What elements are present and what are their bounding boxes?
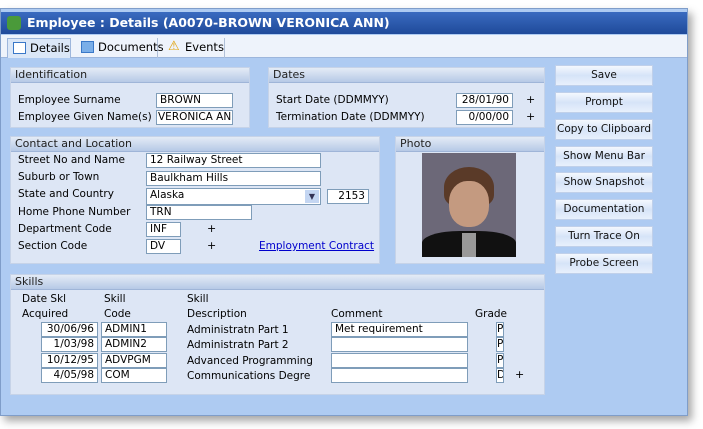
suburb-label: Suburb or Town [18,171,100,183]
documentation-button[interactable]: Documentation [555,199,653,220]
start-date-plus-button[interactable]: + [526,93,535,106]
skill-description: Advanced Programming [187,355,313,367]
date-acquired-input[interactable]: 10/12/95 [41,353,98,368]
add-skill-plus-button[interactable]: + [515,368,524,381]
copy-to-clipboard-button[interactable]: Copy to Clipboard [555,119,653,140]
skill-code-input[interactable]: COM [101,368,167,383]
tab-label: Details [30,41,70,55]
section-label: Section Code [18,240,88,252]
grade-input[interactable]: P [496,353,504,368]
panel-heading: Photo [396,137,544,152]
employee-photo [422,153,516,257]
comment-input[interactable] [331,337,468,352]
department-label: Department Code [18,223,112,235]
state-label: State and Country [18,188,114,200]
employment-contract-link[interactable]: Employment Contract [259,240,374,252]
column-header: Comment [331,308,383,320]
phone-label: Home Phone Number [18,206,131,218]
column-header: Grade [475,308,508,320]
details-icon [13,42,26,54]
department-input[interactable]: INF [146,222,181,237]
postcode-input[interactable]: 2153 [327,189,369,204]
given-name-input[interactable]: VERONICA AN [156,110,233,125]
department-plus-button[interactable]: + [207,222,216,235]
app-icon [7,16,21,30]
tab-label: Documents [98,40,164,54]
surname-label: Employee Surname [18,94,121,106]
comment-input[interactable]: Met requirement [331,322,468,337]
skill-code-input[interactable]: ADVPGM [101,353,167,368]
date-acquired-input[interactable]: 1/03/98 [41,337,98,352]
tab-bar: Details Documents ⚠ Events [1,35,687,58]
grade-input[interactable]: P [496,322,504,337]
column-header: Date Skl [22,293,67,305]
show-snapshot-button[interactable]: Show Snapshot [555,172,653,193]
grade-input[interactable]: P [496,337,504,352]
phone-input[interactable]: TRN [146,205,252,220]
column-header: Description [187,308,247,320]
warning-icon: ⚠ [168,39,180,54]
turn-trace-on-button[interactable]: Turn Trace On [555,226,653,247]
probe-screen-button[interactable]: Probe Screen [555,253,653,274]
street-label: Street No and Name [18,154,125,166]
tab-events[interactable]: ⚠ Events [163,38,225,58]
panel-heading: Dates [269,68,544,83]
termination-date-input[interactable]: 0/00/00 [456,110,513,125]
panel-heading: Contact and Location [11,137,379,152]
panel-heading: Skills [11,275,544,290]
title-bar: Employee : Details (A0070-BROWN VERONICA… [1,12,687,34]
comment-input[interactable] [331,353,468,368]
street-input[interactable]: 12 Railway Street [146,153,321,168]
state-select[interactable]: Alaska ▼ [146,188,321,205]
skill-code-input[interactable]: ADMIN1 [101,322,167,337]
given-name-label: Employee Given Name(s) [18,111,152,123]
prompt-button[interactable]: Prompt [555,92,653,113]
skill-description: Administratn Part 2 [187,339,289,351]
tab-label: Events [185,40,224,54]
termination-date-label: Termination Date (DDMMYY) [276,111,425,123]
start-date-label: Start Date (DDMMYY) [276,94,389,106]
column-header: Skill [104,293,126,305]
tab-documents[interactable]: Documents [76,38,164,58]
skill-code-input[interactable]: ADMIN2 [101,337,167,352]
start-date-input[interactable]: 28/01/90 [456,93,513,108]
suburb-input[interactable]: Baulkham Hills [146,171,321,186]
column-header: Skill [187,293,209,305]
column-header: Code [104,308,131,320]
surname-input[interactable]: BROWN [156,93,233,108]
save-button[interactable]: Save [555,65,653,86]
show-menu-bar-button[interactable]: Show Menu Bar [555,146,653,167]
date-acquired-input[interactable]: 30/06/96 [41,322,98,337]
chevron-down-icon[interactable]: ▼ [305,190,319,203]
skill-description: Communications Degre [187,370,311,382]
column-header: Acquired [22,308,69,320]
panel-heading: Identification [11,68,249,83]
grade-input[interactable]: D [496,368,504,383]
window-title: Employee : Details (A0070-BROWN VERONICA… [27,15,390,30]
skill-description: Administratn Part 1 [187,324,289,336]
section-plus-button[interactable]: + [207,239,216,252]
state-value: Alaska [150,189,185,201]
termination-date-plus-button[interactable]: + [526,110,535,123]
section-input[interactable]: DV [146,239,181,254]
document-icon [81,41,94,53]
date-acquired-input[interactable]: 4/05/98 [41,368,98,383]
tab-details[interactable]: Details [7,38,71,58]
comment-input[interactable] [331,368,468,383]
